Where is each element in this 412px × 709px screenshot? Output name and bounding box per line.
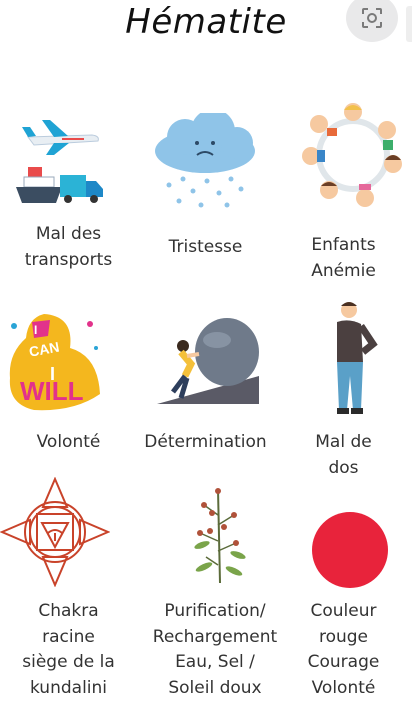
i-will-icon: I CAN I WILL bbox=[9, 314, 100, 411]
herb-icon bbox=[194, 488, 246, 584]
item-label-line: Détermination bbox=[144, 432, 267, 452]
item-label-line: Tristesse bbox=[168, 237, 243, 257]
item-label-line: Volonté bbox=[36, 432, 101, 452]
item-determination: Détermination bbox=[137, 300, 274, 470]
item-label-line: Soleil doux bbox=[168, 677, 262, 698]
item-root-chakra: Chakra racine siège de la kundalini bbox=[0, 475, 137, 705]
item-label-line: Courage bbox=[307, 652, 380, 672]
item-label-line: Couleur bbox=[310, 601, 377, 621]
item-label-line: Mal des bbox=[35, 224, 102, 244]
item-sadness: Tristesse bbox=[137, 110, 274, 280]
transport-icon bbox=[16, 120, 103, 203]
svg-text:WILL: WILL bbox=[20, 376, 84, 406]
item-label-line: transports bbox=[24, 249, 113, 270]
item-purification: Purification/ Rechargement Eau, Sel / So… bbox=[146, 475, 283, 705]
item-label-line: Eau, Sel / bbox=[175, 652, 255, 672]
item-label-line: Volonté bbox=[311, 677, 376, 698]
item-label-line: kundalini bbox=[29, 677, 108, 698]
push-boulder-icon bbox=[157, 318, 259, 404]
item-back-pain: Mal de dos bbox=[275, 300, 412, 478]
item-willpower: I CAN I WILL Volonté bbox=[0, 300, 137, 470]
item-color: Couleur rouge Courage Volonté bbox=[275, 475, 412, 705]
edge-button[interactable] bbox=[406, 6, 412, 42]
item-label-line: Rechargement bbox=[152, 626, 278, 647]
back-pain-man-icon bbox=[337, 302, 378, 414]
item-label-line: siège de la bbox=[22, 652, 115, 672]
item-children-anemia: Enfants Anémie bbox=[275, 103, 412, 281]
item-travel-sickness: Mal des transports bbox=[0, 110, 137, 280]
children-circle-icon bbox=[302, 103, 402, 207]
root-chakra-icon bbox=[0, 477, 110, 587]
item-label-line: Enfants bbox=[311, 235, 376, 255]
item-label-line: rouge bbox=[318, 626, 369, 647]
lens-search-icon bbox=[362, 8, 382, 28]
item-label-line: racine bbox=[42, 626, 95, 647]
rain-cloud-icon bbox=[155, 113, 255, 208]
item-label-line: Purification/ bbox=[164, 601, 266, 621]
item-label-line: Chakra bbox=[38, 601, 99, 621]
item-label-line: Anémie bbox=[311, 260, 376, 281]
item-label-line: Mal de bbox=[315, 432, 372, 452]
svg-text:I: I bbox=[34, 323, 37, 337]
red-circle-icon bbox=[312, 512, 388, 588]
